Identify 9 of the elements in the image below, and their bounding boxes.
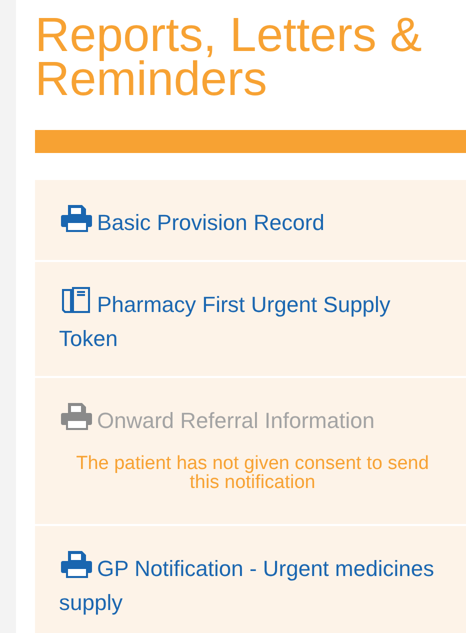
consent-message: The patient has not given consent to send this notification	[75, 454, 430, 495]
report-link[interactable]: Basic Provision Record	[59, 204, 444, 240]
printer-icon	[59, 204, 93, 232]
documents-icon	[59, 286, 93, 314]
page-title: Reports, Letters & Reminders	[35, 14, 423, 102]
printer-icon	[59, 402, 93, 430]
report-link[interactable]: GP Notification - Urgent medicines supply	[59, 550, 444, 620]
printer-icon	[59, 550, 93, 578]
report-link[interactable]: Pharmacy First Urgent Supply Token	[59, 286, 444, 356]
